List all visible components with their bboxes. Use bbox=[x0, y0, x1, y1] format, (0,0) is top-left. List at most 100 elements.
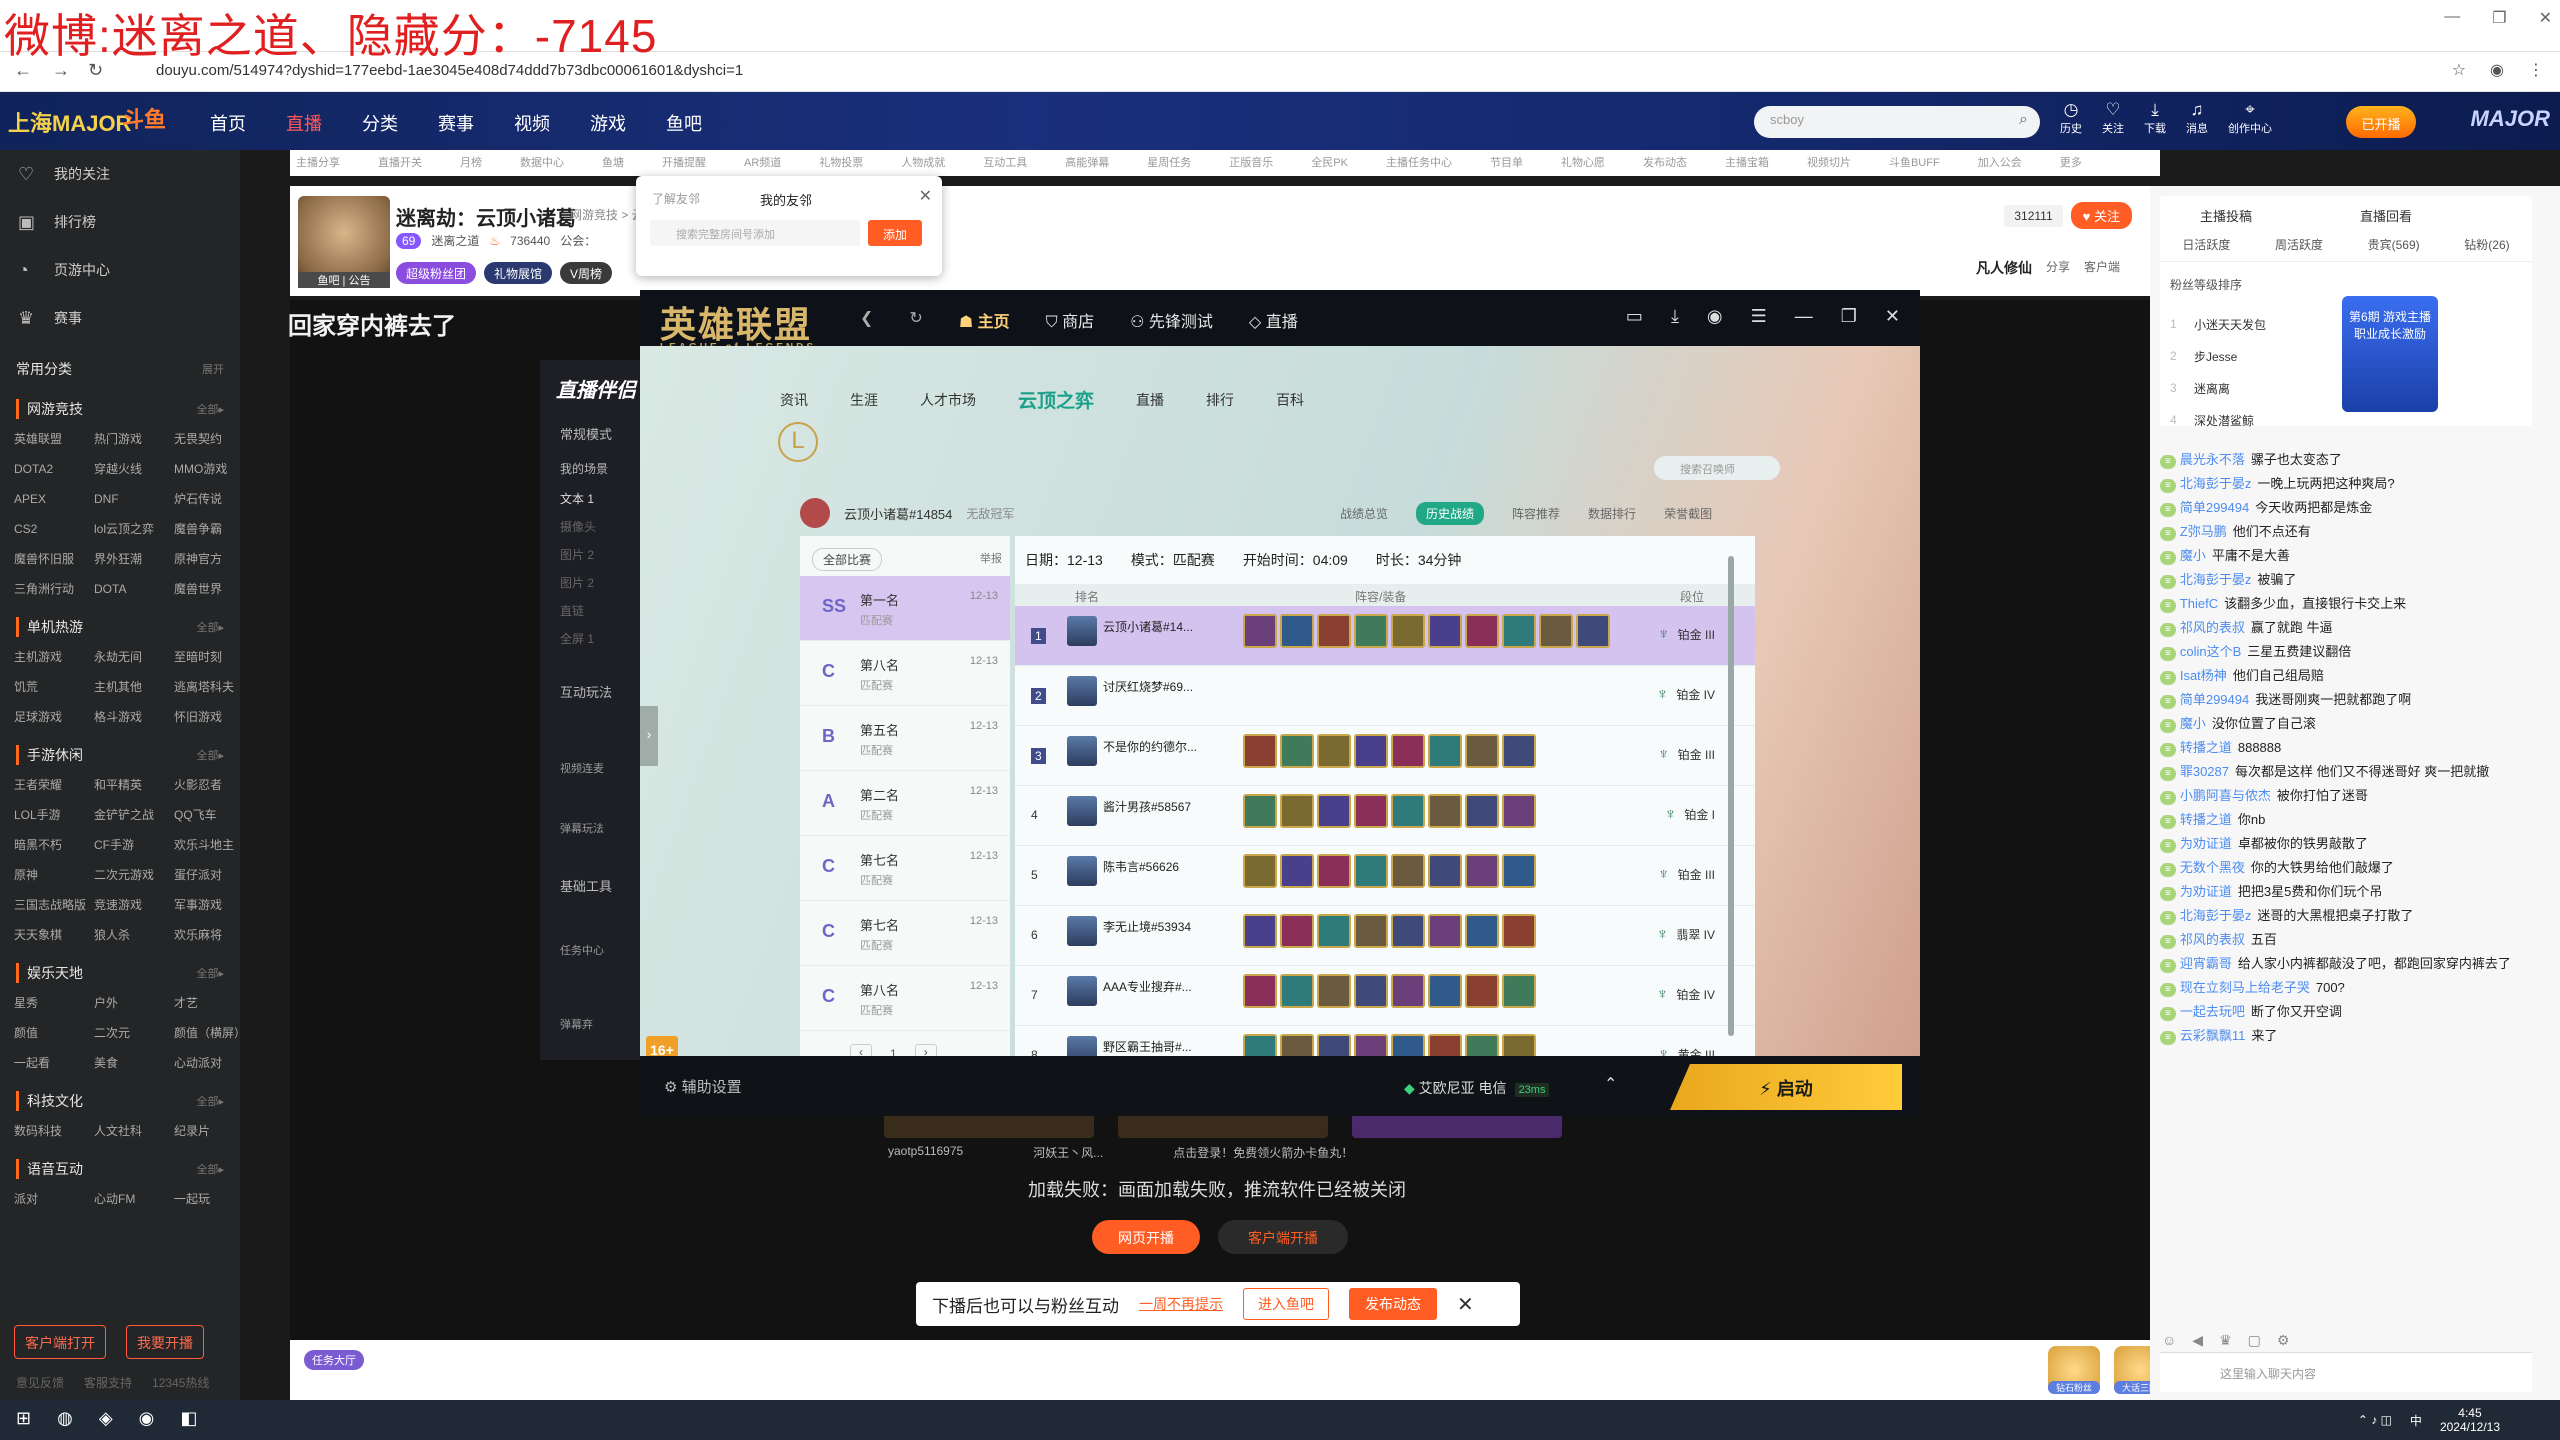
chat-username[interactable]: 北海彭于晏z bbox=[2180, 476, 2252, 491]
assist-settings[interactable]: ⚙ 辅助设置 bbox=[664, 1076, 742, 1097]
sidebar-item[interactable]: ◔ 页游中心 bbox=[0, 246, 240, 294]
close-icon[interactable]: ✕ bbox=[919, 186, 932, 206]
chat-username[interactable]: 简单299494 bbox=[2180, 500, 2249, 515]
footer-link[interactable]: 意见反馈 bbox=[16, 1374, 64, 1391]
menu-icon[interactable]: ☰ bbox=[1751, 306, 1767, 327]
settings-icon[interactable]: ⚙ bbox=[2277, 1332, 2290, 1349]
sidebar-section-more[interactable]: 全部▸ bbox=[196, 965, 224, 981]
header-关注[interactable]: ♡ 关注 bbox=[2102, 100, 2124, 136]
chat-username[interactable]: 为劝证道 bbox=[2180, 836, 2232, 851]
scrollbar[interactable] bbox=[1728, 556, 1734, 1036]
crown-icon[interactable]: ♛ bbox=[2219, 1332, 2232, 1349]
category-link[interactable]: 竞速游戏 bbox=[94, 894, 174, 916]
chat-username[interactable]: 为劝证道 bbox=[2180, 884, 2232, 899]
category-link[interactable]: LOL手游 bbox=[14, 804, 94, 826]
player-tab[interactable]: 数据排行 bbox=[1588, 505, 1636, 522]
category-link[interactable]: 美食 bbox=[94, 1052, 174, 1074]
category-link[interactable]: 一起玩 bbox=[174, 1188, 240, 1210]
category-link[interactable]: 王者荣耀 bbox=[14, 774, 94, 796]
category-link[interactable]: 二次元 bbox=[94, 1022, 174, 1044]
lol-top-tab[interactable]: ☗ 主页 bbox=[959, 308, 1010, 332]
toolbar-link[interactable]: 主播宝箱 bbox=[1725, 154, 1769, 172]
horn-icon[interactable]: ◀ bbox=[2192, 1332, 2203, 1349]
sidebar-item[interactable]: ♡ 我的关注 bbox=[0, 150, 240, 198]
thumb-label-3[interactable]: 点击登录！免费领火箭办卡鱼丸！ bbox=[1173, 1144, 1353, 1161]
category-link[interactable]: 主机其他 bbox=[94, 676, 174, 698]
chat-username[interactable]: 祁风的表叔 bbox=[2180, 620, 2245, 635]
scene-item[interactable]: 图片 2 bbox=[560, 546, 594, 563]
maximize-icon[interactable]: ❐ bbox=[2492, 8, 2506, 28]
rank-tab[interactable]: 钻粉(26) bbox=[2464, 236, 2509, 253]
match-filter[interactable]: 全部比赛 bbox=[812, 548, 883, 571]
chat-username[interactable]: 一起去玩吧 bbox=[2180, 1004, 2245, 1019]
sidebar-section-more[interactable]: 全部▸ bbox=[196, 1093, 224, 1109]
toolbar-link[interactable]: 正版音乐 bbox=[1229, 154, 1273, 172]
lol-sub-tab[interactable]: 资讯 bbox=[780, 390, 808, 410]
launch-button[interactable]: ⚡ 启动 bbox=[1670, 1064, 1902, 1110]
share-link[interactable]: 分享 bbox=[2046, 258, 2070, 278]
toolbar-link[interactable]: 鱼塘 bbox=[602, 154, 624, 172]
chat-username[interactable]: 云彩飘飘11 bbox=[2180, 1028, 2246, 1043]
open-client-button[interactable]: 客户端打开 bbox=[14, 1325, 106, 1359]
back-icon[interactable]: ❮ bbox=[860, 308, 873, 332]
chat-username[interactable]: ThiefC bbox=[2180, 596, 2218, 611]
follow-button[interactable]: ♥ 关注 bbox=[2070, 202, 2132, 229]
toolbar-link[interactable]: 月榜 bbox=[460, 154, 482, 172]
app-icon-3[interactable]: ◧ bbox=[180, 1408, 197, 1429]
search-icon[interactable]: ⌕ bbox=[2019, 111, 2028, 129]
player-result-row[interactable]: 7 AAA专业搜弃#... ♆ 铂金 IV bbox=[1015, 966, 1755, 1026]
toolbar-link[interactable]: 发布动态 bbox=[1643, 154, 1687, 172]
owner-name[interactable]: 迷离之道 bbox=[431, 232, 479, 249]
tray-icons[interactable]: ⌃ ♪ ◫ bbox=[2358, 1413, 2392, 1427]
category-link[interactable]: 派对 bbox=[14, 1188, 94, 1210]
input-lang[interactable]: 中 bbox=[2410, 1412, 2422, 1429]
match-row[interactable]: C 第七名 匹配赛 12-13 bbox=[800, 901, 1010, 966]
toolbar-link[interactable]: 加入公会 bbox=[1978, 154, 2022, 172]
category-link[interactable]: 二次元游戏 bbox=[94, 864, 174, 886]
lol-sub-tab[interactable]: 百科 bbox=[1276, 390, 1304, 410]
category-link[interactable]: 军事游戏 bbox=[174, 894, 240, 916]
gift-gallery-tag[interactable]: 礼物展馆 bbox=[484, 262, 553, 284]
replay-tab[interactable]: 直播回看 bbox=[2360, 206, 2412, 225]
category-link[interactable]: 星秀 bbox=[14, 992, 94, 1014]
chat-username[interactable]: Z弥马鹏 bbox=[2180, 524, 2227, 539]
category-link[interactable]: 颜值（横屏） bbox=[174, 1022, 240, 1044]
toolbar-link[interactable]: 主播任务中心 bbox=[1386, 154, 1452, 172]
category-link[interactable]: 欢乐斗地主 bbox=[174, 834, 240, 856]
chat-username[interactable]: 小鹏阿喜与侬杰 bbox=[2180, 788, 2271, 803]
folder-icon[interactable]: ▭ bbox=[1626, 306, 1643, 327]
expand-link[interactable]: 展开 bbox=[202, 361, 224, 377]
scene-item[interactable]: 图片 2 bbox=[560, 574, 594, 591]
match-row[interactable]: A 第二名 匹配赛 12-13 bbox=[800, 771, 1010, 836]
category-link[interactable]: 至暗时刻 bbox=[174, 646, 240, 668]
footer-link[interactable]: 客服支持 bbox=[84, 1374, 132, 1391]
profile-icon[interactable]: ◉ bbox=[2490, 60, 2504, 80]
category-link[interactable]: 魔兽世界 bbox=[174, 578, 240, 600]
player-tab[interactable]: 历史战绩 bbox=[1416, 502, 1485, 525]
nav-item[interactable]: 鱼吧 bbox=[666, 110, 702, 136]
start-stream-button[interactable]: 我要开播 bbox=[126, 1325, 204, 1359]
player-result-row[interactable]: 1 云顶小诸葛#14... ♆ 铂金 III bbox=[1015, 606, 1755, 666]
emoji-icon[interactable]: ☺ bbox=[2162, 1332, 2176, 1349]
lol-sub-tab[interactable]: 排行 bbox=[1206, 390, 1234, 410]
category-link[interactable]: 蛋仔派对 bbox=[174, 864, 240, 886]
star-icon[interactable]: ☆ bbox=[2452, 60, 2466, 80]
player-tab[interactable]: 阵容推荐 bbox=[1512, 505, 1560, 522]
match-row[interactable]: C 第八名 匹配赛 12-13 bbox=[800, 641, 1010, 706]
chat-username[interactable]: 罪30287 bbox=[2180, 764, 2229, 779]
category-link[interactable]: lol云顶之弈 bbox=[94, 518, 174, 540]
lol-sub-tab[interactable]: 直播 bbox=[1136, 390, 1164, 410]
toolbar-link[interactable]: 高能弹幕 bbox=[1065, 154, 1109, 172]
category-link[interactable]: 和平精英 bbox=[94, 774, 174, 796]
category-link[interactable]: DOTA bbox=[94, 578, 174, 600]
rank-tab[interactable]: 贵宾(569) bbox=[2368, 236, 2420, 253]
header-消息[interactable]: ♫ 消息 bbox=[2186, 100, 2208, 136]
sidebar-item[interactable]: ▣ 排行榜 bbox=[0, 198, 240, 246]
room-id-input[interactable]: 搜索完整房间号添加 bbox=[650, 220, 860, 246]
game-link[interactable]: 凡人修仙 bbox=[1976, 258, 2032, 278]
report-link[interactable]: 举报 bbox=[980, 550, 1002, 566]
toolbar-link[interactable]: 主播分享 bbox=[296, 154, 340, 172]
category-link[interactable]: 足球游戏 bbox=[14, 706, 94, 728]
streaming-status-button[interactable]: 已开播 bbox=[2346, 106, 2416, 138]
header-下载[interactable]: ⤓ 下载 bbox=[2144, 100, 2166, 136]
